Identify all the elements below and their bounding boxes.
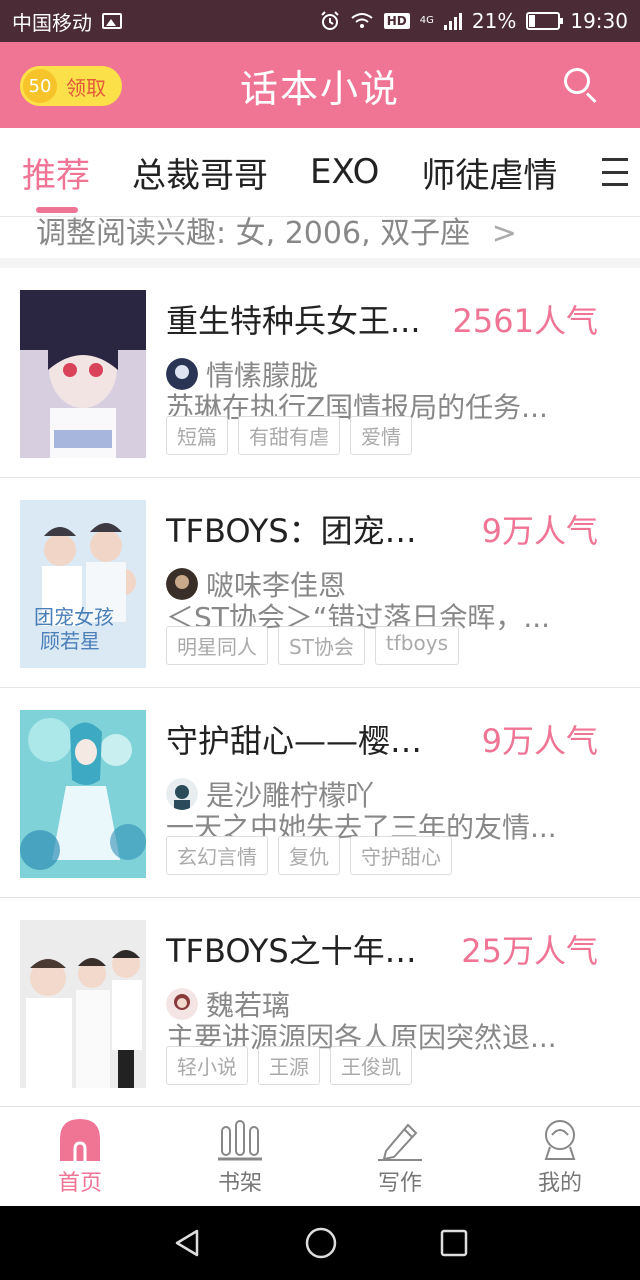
claim-coins-button[interactable]: 50 领取 [20,66,122,106]
bookshelf-icon [218,1117,262,1161]
tab-fade [566,128,596,216]
popularity-count: 25万人气 [461,932,598,970]
book-tag[interactable]: 爱情 [350,416,412,455]
category-tabs: 推荐 总裁哥哥 EXO 师徒虐情 [0,128,640,216]
nav-label: 我的 [537,1170,582,1196]
coin-count: 50 [28,75,52,97]
nav-write[interactable]: 写作 [320,1107,480,1206]
nav-home[interactable]: 首页 [0,1107,160,1206]
tab-ceo-brother[interactable]: 总裁哥哥 [132,148,268,197]
bottom-navigation: 首页 书架 写作 我的 [0,1106,640,1206]
book-tag[interactable]: 有甜有虐 [238,416,340,455]
popularity-count: 2561人气 [452,302,598,340]
popularity-count: 9万人气 [481,512,598,550]
popularity-count: 9万人气 [481,722,598,760]
app-header: 50 领取 话本小说 [0,42,640,128]
tag-list: 轻小说 王源 王俊凯 [166,1046,412,1085]
svg-text:顾若星: 顾若星 [40,629,100,653]
nav-label: 写作 [377,1170,422,1196]
book-item[interactable]: 团宠女孩 顾若星 TFBOYS：团宠女... 9万人气 啵味李佳恩 ＜ST协会＞… [0,478,640,688]
wifi-icon [351,13,373,28]
book-tag[interactable]: 短篇 [166,416,228,455]
book-tag[interactable]: 王源 [258,1046,320,1085]
book-cover [20,290,146,458]
tag-list: 明星同人 ST协会 tfboys [166,626,459,665]
tag-list: 短篇 有甜有虐 爱情 [166,416,412,455]
pencil-icon [378,1117,422,1161]
app-screen: 中国移动 HD 4G 21% 19:30 50 领取 话本小说 推荐 总裁哥哥 … [0,0,640,1280]
tab-recommend[interactable]: 推荐 [22,148,90,213]
book-tag[interactable]: 明星同人 [166,626,268,665]
book-title: TFBOYS：团宠女... [166,512,446,550]
book-title: 重生特种兵女王... [166,302,421,340]
nav-label: 书架 [217,1170,262,1196]
book-title: TFBOYS之十年之... [166,932,446,970]
carrier-name: 中国移动 [12,10,92,35]
battery-percent: 21% [471,9,517,33]
book-tag[interactable]: 守护甜心 [350,836,452,875]
book-tag[interactable]: 轻小说 [166,1046,248,1085]
book-cover [20,710,146,878]
battery-icon [526,12,564,30]
signal-icon [443,12,462,30]
interest-banner-clip: 调整阅读兴趣: 女, 2006, 双子座 > [0,216,640,246]
home-icon [58,1117,102,1161]
book-title: 守护甜心——樱血... [166,722,446,760]
svg-text:团宠女孩: 团宠女孩 [34,605,114,629]
tab-menu-icon[interactable] [596,158,628,186]
book-item[interactable]: TFBOYS之十年之... 25万人气 魏若璃 主要讲源源因各人原因突然退...… [0,898,640,1108]
coin-icon: 50 [20,66,60,106]
claim-label: 领取 [66,75,106,100]
interest-banner[interactable]: 调整阅读兴趣: 女, 2006, 双子座 > [36,216,517,246]
book-item[interactable]: 重生特种兵女王... 2561人气 情愫朦胧 苏琳在执行Z国情报局的任务... … [0,268,640,478]
tab-exo[interactable]: EXO [310,152,379,192]
back-icon[interactable] [171,1227,203,1259]
interest-text: 调整阅读兴趣: 女, 2006, 双子座 [36,216,471,246]
recents-icon[interactable] [439,1228,469,1258]
network-type: 4G [419,15,434,26]
book-cover [20,920,146,1088]
alarm-icon [321,11,339,30]
nav-profile[interactable]: 我的 [480,1107,640,1206]
nav-bookshelf[interactable]: 书架 [160,1107,320,1206]
book-item[interactable]: 守护甜心——樱血... 9万人气 是沙雕柠檬吖 一天之中她失去了三年的友情...… [0,688,640,898]
book-tag[interactable]: ST协会 [278,626,365,665]
image-notification-icon [102,13,122,29]
section-gap [0,258,640,268]
book-tag[interactable]: 复仇 [278,836,340,875]
book-tag[interactable]: 玄幻言情 [166,836,268,875]
book-cover: 团宠女孩 顾若星 [20,500,146,668]
search-button[interactable] [562,66,600,104]
app-title: 话本小说 [239,66,400,111]
profile-icon [538,1117,582,1161]
tag-list: 玄幻言情 复仇 守护甜心 [166,836,452,875]
system-nav-bar [0,1206,640,1280]
book-tag[interactable]: tfboys [374,626,459,665]
tab-master-disciple[interactable]: 师徒虐情 [421,148,557,197]
book-tag[interactable]: 王俊凯 [330,1046,412,1085]
home-circle-icon[interactable] [304,1226,338,1260]
nav-label: 首页 [57,1170,102,1196]
hd-badge: HD [383,13,410,29]
status-bar: 中国移动 HD 4G 21% 19:30 [0,0,640,42]
chevron-right-icon: > [491,216,517,246]
clock: 19:30 [570,9,628,33]
